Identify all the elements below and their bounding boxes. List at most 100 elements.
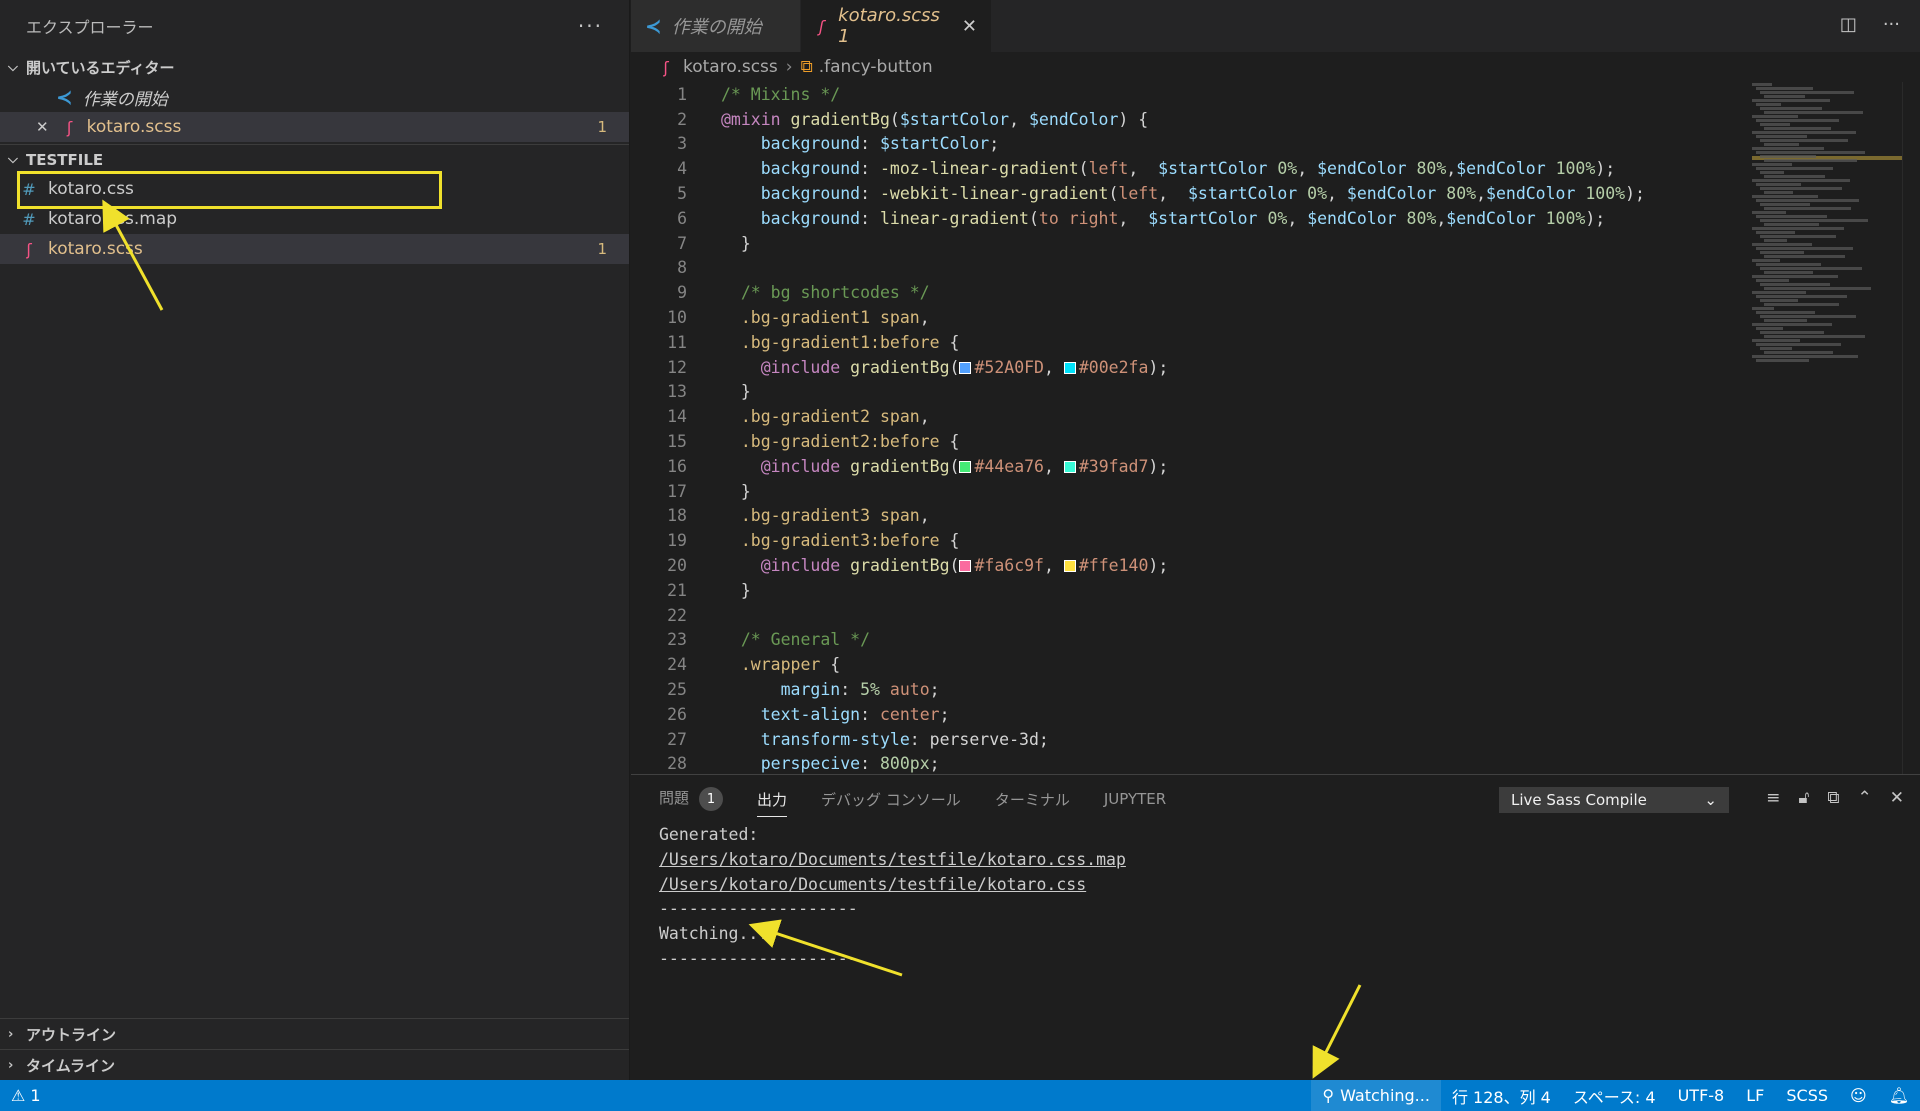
code-line: @include gradientBg(#52A0FD, #00e2fa); [760,357,1169,377]
minimap-line [1756,263,1821,266]
tab-debug-console[interactable]: デバッグ コンソール [821,789,961,810]
output-line: Watching... [659,924,769,944]
tab-terminal[interactable]: ターミナル [995,789,1070,810]
close-icon[interactable]: ✕ [962,16,977,37]
open-editor-label: kotaro.scss [86,117,182,137]
chevron-down-icon: ⌵ [8,152,18,167]
color-swatch[interactable] [959,460,972,473]
explorer-sidebar: エクスプローラー ··· ⌵ 開いているエディター ≺ 作業の開始 ✕ ʃ ko… [0,0,630,1080]
tab-jupyter[interactable]: JUPYTER [1104,790,1166,808]
output-channel-select[interactable]: Live Sass Compile ⌄ [1499,787,1729,813]
file-label: kotaro.css.map [48,209,178,229]
minimap-line [1756,183,1801,186]
more-actions-icon[interactable]: ··· [578,14,603,38]
line-number: 10 [667,308,687,328]
minimap-line [1756,295,1847,298]
minimap-line [1760,171,1784,174]
tab-welcome[interactable]: ≺ 作業の開始 [631,0,801,52]
code-line: .bg-gradient2:before { [740,432,960,452]
more-actions-icon[interactable]: ··· [1883,14,1900,35]
minimap-line [1752,163,1792,166]
output-line: -------------------- [659,899,858,919]
maximize-panel-icon[interactable]: ⌃ [1858,788,1872,808]
color-swatch[interactable] [1063,460,1076,473]
outline-label: アウトライン [26,1025,117,1044]
clear-output-icon[interactable]: ≡ [1766,788,1780,808]
line-number: 8 [677,258,687,278]
code-line: /* General */ [740,630,871,650]
antenna-icon: ⚲ [1322,1086,1335,1105]
minimap-line [1752,83,1772,86]
line-number: 9 [677,283,687,303]
cursor-position[interactable]: 行 128、列 4 [1441,1080,1562,1111]
breadcrumb-symbol[interactable]: .fancy-button [819,57,933,77]
split-editor-icon[interactable]: ◫ [1840,14,1857,35]
indentation-status[interactable]: スペース: 4 [1562,1080,1667,1111]
minimap-line [1756,199,1859,202]
problem-count: 1 [597,118,607,136]
open-editor-icon[interactable]: ⧉ [1827,788,1839,808]
encoding-status[interactable]: UTF-8 [1667,1080,1736,1111]
tab-output[interactable]: 出力 [757,789,788,817]
line-number: 26 [667,704,687,724]
line-number: 22 [667,605,687,625]
problems-status[interactable]: ⚠ 1 [0,1080,52,1111]
minimap-line [1764,207,1851,210]
timeline-section[interactable]: › タイムライン [0,1049,629,1080]
line-number: 17 [667,481,687,501]
minimap-line [1752,115,1798,118]
color-swatch[interactable] [959,361,972,374]
bell-icon[interactable]: 🔔︎ [1878,1080,1920,1111]
color-swatch[interactable] [1063,361,1076,374]
eol-status[interactable]: LF [1735,1080,1775,1111]
line-number: 3 [677,134,687,154]
open-editor-item-welcome[interactable]: ≺ 作業の開始 [0,82,629,112]
color-swatch[interactable] [959,560,972,573]
feedback-icon[interactable]: ☺ [1839,1080,1878,1111]
minimap-line [1764,127,1831,130]
minimap-line [1764,239,1787,242]
tab-kotaro-scss[interactable]: ʃ kotaro.scss 1 ✕ [801,0,991,52]
line-number: 27 [667,729,687,749]
close-panel-icon[interactable]: ✕ [1890,788,1904,808]
sass-icon: ʃ [66,117,73,137]
file-item-kotaro-scss[interactable]: ʃ kotaro.scss 1 [0,234,629,264]
code-line: .bg-gradient3 span, [740,506,930,526]
line-number: 2 [677,109,687,129]
code-line: /* Mixins */ [721,84,841,104]
minimap-line [1752,147,1824,150]
minimap-line [1760,299,1798,302]
lock-icon[interactable]: 🔓︎ [1798,788,1809,808]
minimap[interactable] [1752,82,1902,437]
minimap-line [1756,359,1809,362]
code-line: background: -webkit-linear-gradient(left… [760,184,1645,204]
outline-section[interactable]: › アウトライン [0,1018,629,1049]
output-link-map[interactable]: /Users/kotaro/Documents/testfile/kotaro.… [659,850,1126,869]
editor-tab-bar: ≺ 作業の開始 ʃ kotaro.scss 1 ✕ ◫ ··· [631,0,1920,52]
code-editor[interactable]: 1 /* Mixins */ 2 @mixin gradientBg($startC… [631,82,1751,774]
file-item-kotaro-css[interactable]: # kotaro.css [0,174,629,204]
breadcrumb-file[interactable]: kotaro.scss [683,57,778,77]
minimap-line [1752,179,1850,182]
minimap-line [1760,123,1790,126]
open-editor-item-kotaro-scss[interactable]: ✕ ʃ kotaro.scss 1 [0,112,629,142]
line-number: 23 [667,630,687,650]
folder-section-testfile[interactable]: ⌵ TESTFILE [0,144,629,174]
close-icon[interactable]: ✕ [36,118,49,136]
minimap-line [1752,259,1780,262]
open-editors-section[interactable]: ⌵ 開いているエディター [0,52,629,82]
language-mode[interactable]: SCSS [1775,1080,1839,1111]
line-number: 28 [667,754,687,774]
file-item-kotaro-css-map[interactable]: # kotaro.css.map [0,204,629,234]
chevron-right-icon: › [785,57,793,77]
tab-problems[interactable]: 問題 1 [659,787,724,812]
minimap-line [1752,291,1806,294]
line-number: 24 [667,655,687,675]
color-swatch[interactable] [1063,560,1076,573]
bottom-panel: 問題 1 出力 デバッグ コンソール ターミナル JUPYTER Live Sas… [631,774,1920,1080]
editor-scrollbar[interactable] [1902,82,1920,774]
code-line: .bg-gradient1:before { [740,332,960,352]
watching-status[interactable]: ⚲ Watching... [1311,1080,1441,1111]
output-link-css[interactable]: /Users/kotaro/Documents/testfile/kotaro.… [659,875,1086,894]
problem-count: 1 [597,240,607,258]
